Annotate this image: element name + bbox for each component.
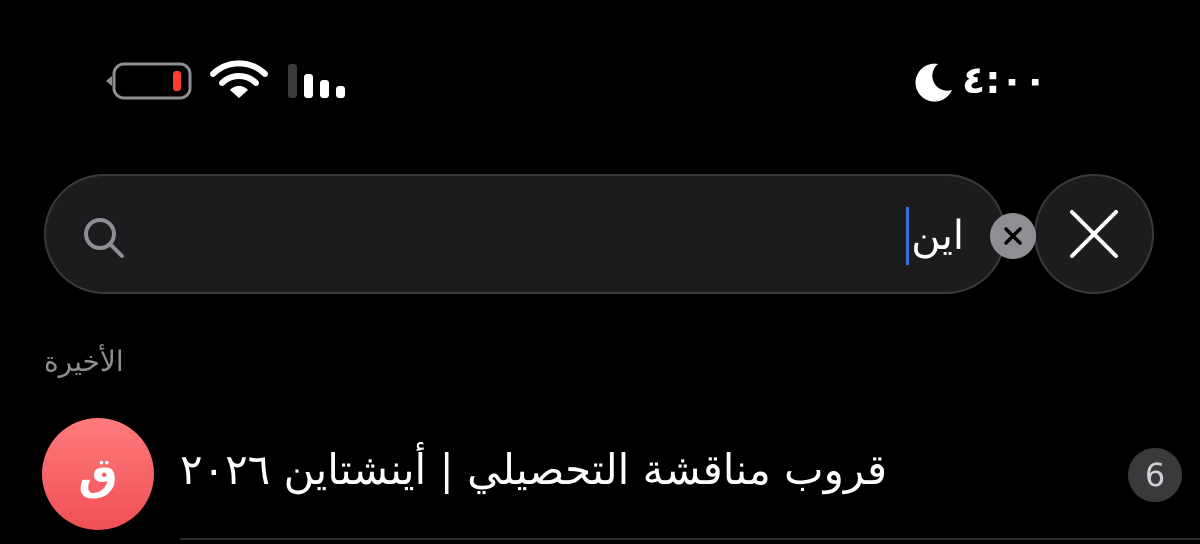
- search-input[interactable]: اين: [44, 174, 1006, 294]
- clear-text-icon: [1004, 227, 1022, 245]
- search-query-text[interactable]: اين: [906, 206, 964, 266]
- cellular-signal-icon: [286, 62, 350, 100]
- close-icon: [1070, 210, 1118, 258]
- battery-icon: [104, 62, 194, 100]
- search-icon: [80, 214, 128, 262]
- avatar: ق: [42, 418, 154, 530]
- avatar-letter: ق: [78, 448, 118, 500]
- text-caret: [906, 207, 910, 265]
- unread-count-badge: 6: [1128, 448, 1182, 502]
- row-divider: [180, 538, 1200, 540]
- chat-title: قروب مناقشة التحصيلي | أينشتاين ٢٠٢٦: [180, 445, 888, 494]
- wifi-icon: [210, 60, 268, 102]
- search-query: اين: [911, 213, 964, 259]
- moon-icon: [912, 60, 956, 104]
- status-time: ٤:٠٠: [962, 58, 1047, 102]
- close-search-button[interactable]: [1034, 174, 1154, 294]
- recent-chat-row[interactable]: ق قروب مناقشة التحصيلي | أينشتاين ٢٠٢٦ 6: [0, 408, 1200, 544]
- recents-section-title: الأخيرة: [44, 345, 124, 378]
- clear-search-button[interactable]: [990, 213, 1036, 259]
